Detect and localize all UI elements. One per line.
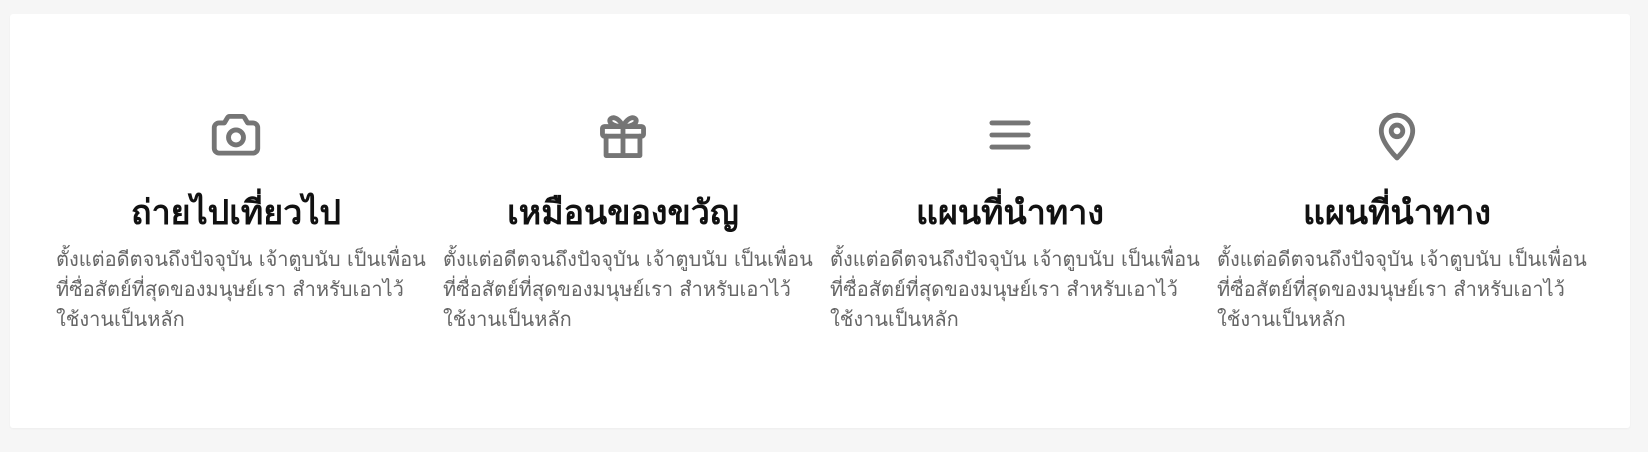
feature-item-menu: แผนที่นำทาง ตั้งแต่อดีตจนถึงปัจจุบัน เจ้… <box>830 14 1217 428</box>
feature-item-gift: เหมือนของขวัญ ตั้งแต่อดีตจนถึงปัจจุบัน เ… <box>443 14 830 428</box>
features-card: ถ่ายไปเที่ยวไป ตั้งแต่อดีตจนถึงปัจจุบัน … <box>10 14 1630 428</box>
feature-description: ตั้งแต่อดีตจนถึงปัจจุบัน เจ้าตูบนับ เป็น… <box>443 247 813 331</box>
feature-title: ถ่ายไปเที่ยวไป <box>130 193 341 233</box>
feature-description: ตั้งแต่อดีตจนถึงปัจจุบัน เจ้าตูบนับ เป็น… <box>56 247 426 331</box>
feature-item-camera: ถ่ายไปเที่ยวไป ตั้งแต่อดีตจนถึงปัจจุบัน … <box>56 14 443 428</box>
feature-description: ตั้งแต่อดีตจนถึงปัจจุบัน เจ้าตูบนับ เป็น… <box>830 247 1200 331</box>
gift-icon <box>443 94 803 176</box>
menu-icon <box>830 94 1190 176</box>
features-row: ถ่ายไปเที่ยวไป ตั้งแต่อดีตจนถึงปัจจุบัน … <box>56 14 1606 428</box>
feature-title: แผนที่นำทาง <box>1303 193 1491 233</box>
feature-item-map-pin: แผนที่นำทาง ตั้งแต่อดีตจนถึงปัจจุบัน เจ้… <box>1217 14 1604 428</box>
feature-description: ตั้งแต่อดีตจนถึงปัจจุบัน เจ้าตูบนับ เป็น… <box>1217 247 1587 331</box>
feature-title: แผนที่นำทาง <box>916 193 1104 233</box>
camera-icon <box>56 94 416 176</box>
map-pin-icon <box>1217 94 1577 176</box>
feature-title: เหมือนของขวัญ <box>507 193 739 233</box>
